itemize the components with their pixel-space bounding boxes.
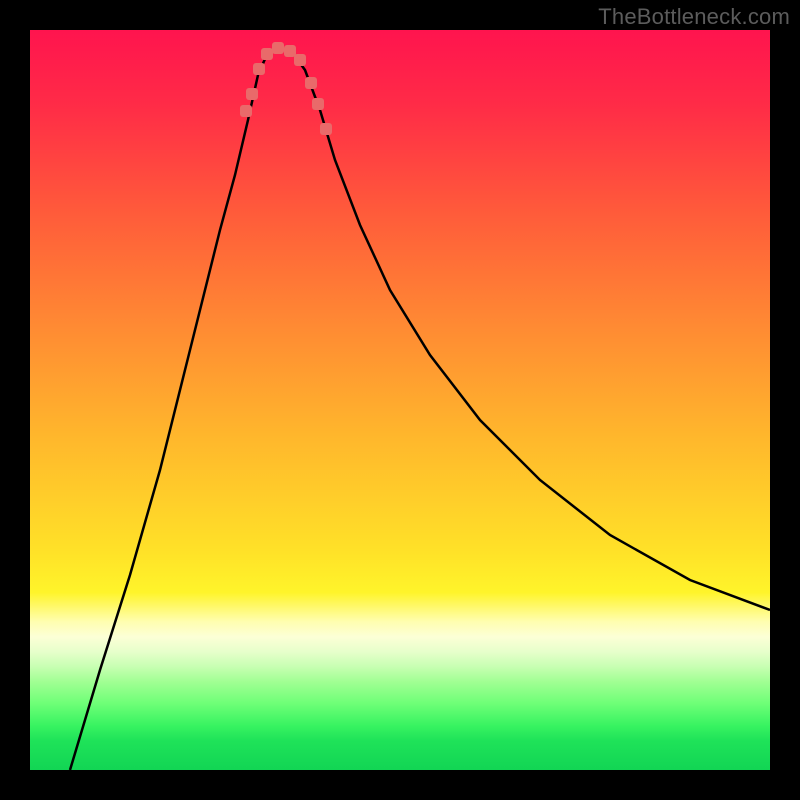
- curve-marker: [240, 105, 252, 117]
- bottleneck-curve: [30, 30, 770, 770]
- curve-marker: [284, 45, 296, 57]
- curve-markers: [240, 42, 332, 135]
- curve-marker: [305, 77, 317, 89]
- curve-marker: [246, 88, 258, 100]
- curve-marker: [253, 63, 265, 75]
- curve-left-branch: [70, 48, 280, 770]
- curve-right-branch: [280, 48, 770, 610]
- curve-marker: [312, 98, 324, 110]
- curve-marker: [261, 48, 273, 60]
- curve-marker: [294, 54, 306, 66]
- watermark-text: TheBottleneck.com: [598, 4, 790, 30]
- curve-marker: [272, 42, 284, 54]
- chart-wrapper: TheBottleneck.com: [0, 0, 800, 800]
- curve-marker: [320, 123, 332, 135]
- plot-area: [30, 30, 770, 770]
